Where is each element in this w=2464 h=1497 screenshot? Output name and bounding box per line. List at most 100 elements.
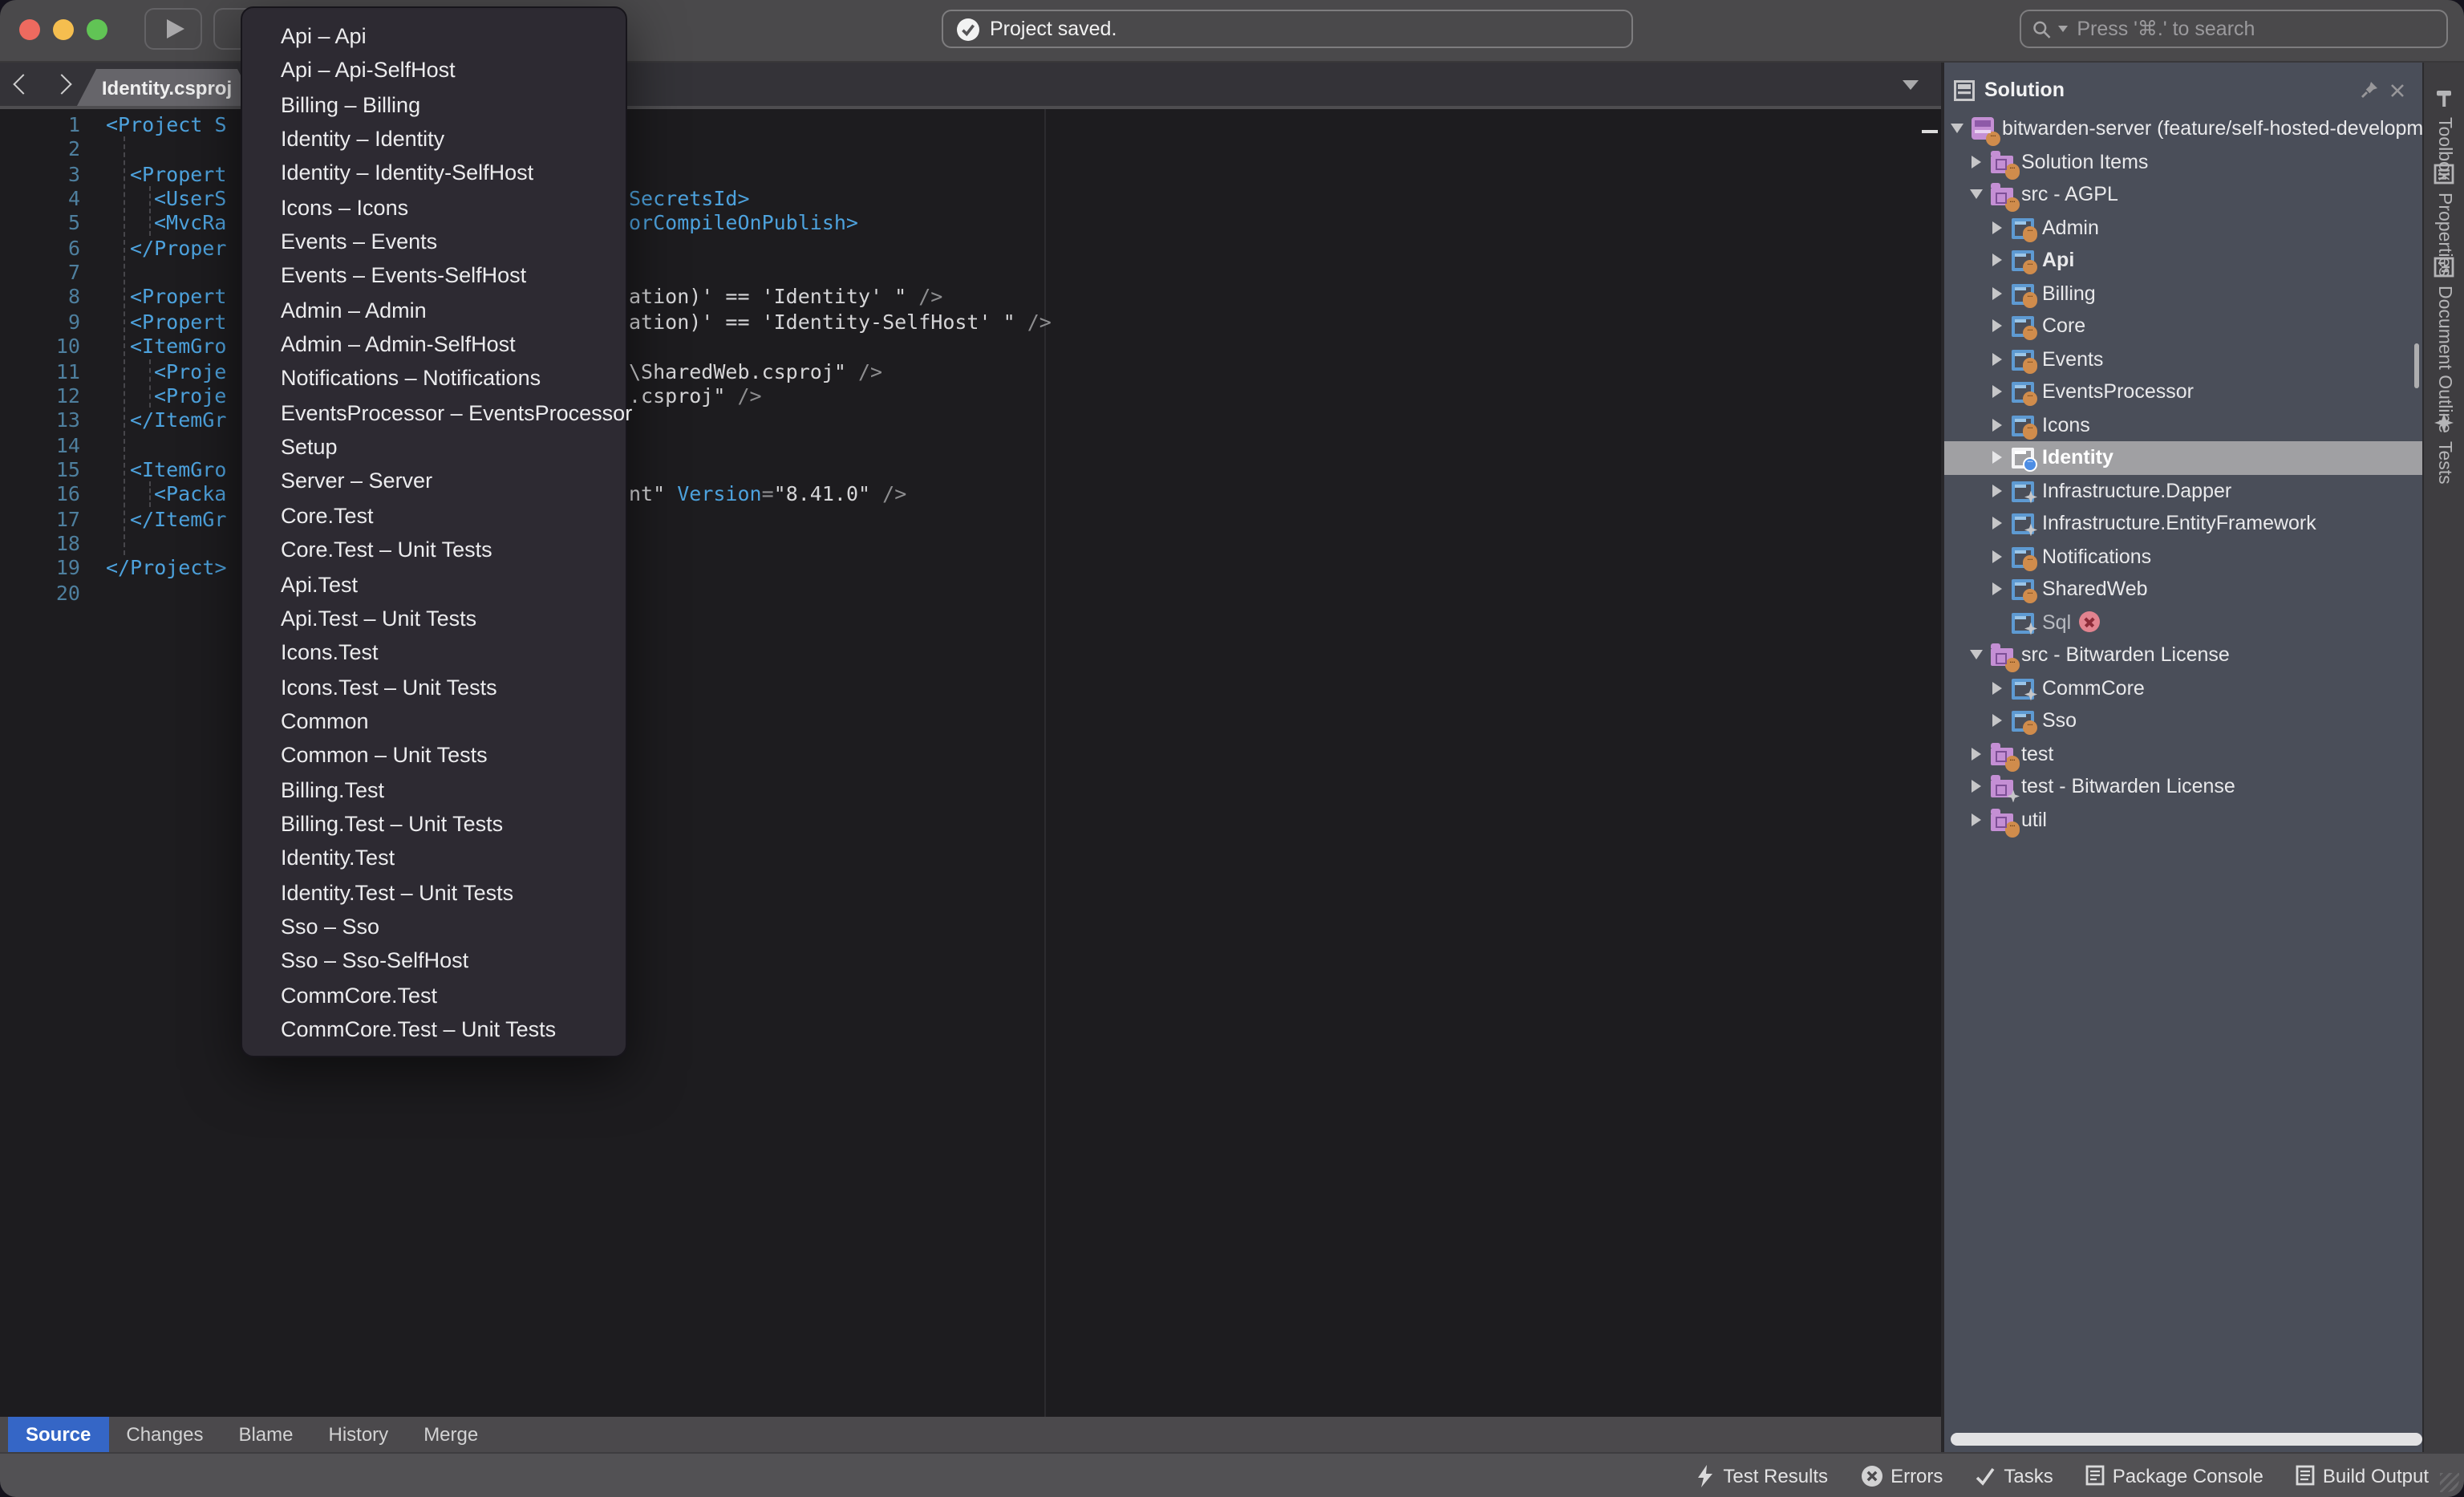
tree-item-test-bitwarden-license[interactable]: test - Bitwarden License xyxy=(1944,770,2422,803)
global-search[interactable] xyxy=(2020,10,2448,48)
run-config-menu-item-notifications-notifications[interactable]: Notifications – Notifications xyxy=(242,362,626,396)
navigate-forward-icon[interactable] xyxy=(51,74,71,94)
view-tab-merge[interactable]: Merge xyxy=(406,1417,496,1452)
disclosure-collapsed-icon[interactable] xyxy=(1991,715,2004,728)
traffic-light-zoom-button[interactable] xyxy=(87,19,107,40)
run-config-menu-item-admin-admin[interactable]: Admin – Admin xyxy=(242,294,626,328)
disclosure-collapsed-icon[interactable] xyxy=(1970,156,1983,168)
statusbar-pad-build-output[interactable]: Build Output xyxy=(2296,1464,2429,1487)
panel-vertical-scrollbar[interactable] xyxy=(2413,343,2419,388)
run-config-menu-item-api-test[interactable]: Api.Test xyxy=(242,567,626,602)
traffic-light-close-button[interactable] xyxy=(19,19,40,40)
disclosure-collapsed-icon[interactable] xyxy=(1970,813,1983,826)
tree-item-infrastructure-entityframework[interactable]: Infrastructure.EntityFramework xyxy=(1944,507,2422,540)
tree-item-api[interactable]: Api xyxy=(1944,244,2422,277)
run-config-menu-item-common[interactable]: Common xyxy=(242,704,626,739)
tree-item-eventsprocessor[interactable]: EventsProcessor xyxy=(1944,375,2422,408)
run-config-menu-item-billing-test-unit-tests[interactable]: Billing.Test – Unit Tests xyxy=(242,807,626,842)
run-config-menu-item-api-test-unit-tests[interactable]: Api.Test – Unit Tests xyxy=(242,602,626,636)
run-config-menu-item-icons-icons[interactable]: Icons – Icons xyxy=(242,190,626,225)
run-config-menu-item-icons-test[interactable]: Icons.Test xyxy=(242,635,626,670)
disclosure-expanded-icon[interactable] xyxy=(1970,189,1983,201)
disclosure-collapsed-icon[interactable] xyxy=(1991,682,2004,695)
tree-item-icons[interactable]: Icons xyxy=(1944,408,2422,441)
tree-item-core[interactable]: Core xyxy=(1944,310,2422,343)
search-input[interactable] xyxy=(2073,16,2435,42)
tree-item-test[interactable]: test xyxy=(1944,737,2422,770)
run-config-menu-item-core-test[interactable]: Core.Test xyxy=(242,499,626,533)
run-config-menu-item-commcore-test[interactable]: CommCore.Test xyxy=(242,978,626,1012)
disclosure-collapsed-icon[interactable] xyxy=(1991,550,2004,563)
run-config-menu-item-server-server[interactable]: Server – Server xyxy=(242,465,626,499)
view-tab-blame[interactable]: Blame xyxy=(221,1417,310,1452)
dock-tab-document-outline[interactable]: Document Outline xyxy=(2424,257,2464,433)
tree-item-events[interactable]: Events xyxy=(1944,343,2422,375)
disclosure-collapsed-icon[interactable] xyxy=(1991,386,2004,399)
run-config-menu-item-sso-sso-selfhost[interactable]: Sso – Sso-SelfHost xyxy=(242,944,626,979)
disclosure-collapsed-icon[interactable] xyxy=(1991,320,2004,333)
traffic-light-minimize-button[interactable] xyxy=(53,19,74,40)
run-config-menu-item-admin-admin-selfhost[interactable]: Admin – Admin-SelfHost xyxy=(242,327,626,362)
tree-item-billing[interactable]: Billing xyxy=(1944,277,2422,310)
tree-item-src-agpl[interactable]: src - AGPL xyxy=(1944,178,2422,211)
run-config-menu-item-core-test-unit-tests[interactable]: Core.Test – Unit Tests xyxy=(242,533,626,567)
statusbar-pad-test-results[interactable]: Test Results xyxy=(1696,1464,1828,1487)
close-icon[interactable] xyxy=(2389,81,2406,99)
disclosure-collapsed-icon[interactable] xyxy=(1991,254,2004,267)
disclosure-collapsed-icon[interactable] xyxy=(1991,353,2004,366)
tree-item-notifications[interactable]: Notifications xyxy=(1944,540,2422,573)
run-config-menu-item-common-unit-tests[interactable]: Common – Unit Tests xyxy=(242,738,626,773)
disclosure-collapsed-icon[interactable] xyxy=(1970,781,1983,793)
tree-item-identity[interactable]: Identity xyxy=(1944,441,2422,474)
run-config-menu-item-identity-test[interactable]: Identity.Test xyxy=(242,842,626,876)
run-config-menu-item-api-api-selfhost[interactable]: Api – Api-SelfHost xyxy=(242,54,626,88)
run-config-menu-item-setup[interactable]: Setup xyxy=(242,430,626,465)
disclosure-collapsed-icon[interactable] xyxy=(1991,452,2004,465)
search-scope-chevron-icon[interactable] xyxy=(2057,26,2067,32)
run-config-menu-item-api-api[interactable]: Api – Api xyxy=(242,19,626,54)
run-config-menu-item-identity-test-unit-tests[interactable]: Identity.Test – Unit Tests xyxy=(242,875,626,910)
disclosure-collapsed-icon[interactable] xyxy=(1991,517,2004,530)
run-config-menu-item-identity-identity[interactable]: Identity – Identity xyxy=(242,122,626,156)
view-tab-source[interactable]: Source xyxy=(8,1417,108,1452)
disclosure-expanded-icon[interactable] xyxy=(1951,123,1964,136)
view-tab-history[interactable]: History xyxy=(311,1417,407,1452)
tree-item-sql[interactable]: Sql xyxy=(1944,606,2422,639)
statusbar-pad-errors[interactable]: Errors xyxy=(1860,1464,1943,1487)
disclosure-collapsed-icon[interactable] xyxy=(1991,583,2004,596)
tree-item-admin[interactable]: Admin xyxy=(1944,211,2422,244)
tree-item-src-bitwarden-license[interactable]: src - Bitwarden License xyxy=(1944,639,2422,671)
tree-item-solution-items[interactable]: Solution Items xyxy=(1944,145,2422,178)
statusbar-pad-package-console[interactable]: Package Console xyxy=(2085,1464,2263,1487)
tree-item-sharedweb[interactable]: SharedWeb xyxy=(1944,573,2422,606)
tree-item-commcore[interactable]: CommCore xyxy=(1944,671,2422,704)
tree-item-infrastructure-dapper[interactable]: Infrastructure.Dapper xyxy=(1944,474,2422,507)
run-config-menu-item-billing-test[interactable]: Billing.Test xyxy=(242,773,626,807)
run-config-menu-item-sso-sso[interactable]: Sso – Sso xyxy=(242,910,626,944)
disclosure-collapsed-icon[interactable] xyxy=(1970,748,1983,761)
run-config-menu-item-billing-billing[interactable]: Billing – Billing xyxy=(242,87,626,122)
navigate-back-icon[interactable] xyxy=(13,74,33,94)
run-button[interactable] xyxy=(144,8,202,50)
disclosure-collapsed-icon[interactable] xyxy=(1991,419,2004,432)
disclosure-collapsed-icon[interactable] xyxy=(1991,485,2004,497)
dock-tab-tests[interactable]: Tests xyxy=(2424,412,2464,485)
run-config-menu-item-commcore-test-unit-tests[interactable]: CommCore.Test – Unit Tests xyxy=(242,1012,626,1047)
run-config-menu-item-icons-test-unit-tests[interactable]: Icons.Test – Unit Tests xyxy=(242,670,626,704)
run-config-menu-item-events-events[interactable]: Events – Events xyxy=(242,225,626,259)
run-config-menu-item-identity-identity-selfhost[interactable]: Identity – Identity-SelfHost xyxy=(242,156,626,191)
tree-item-util[interactable]: util xyxy=(1944,803,2422,836)
statusbar-pad-tasks[interactable]: Tasks xyxy=(1975,1464,2053,1487)
view-tab-changes[interactable]: Changes xyxy=(108,1417,221,1452)
disclosure-collapsed-icon[interactable] xyxy=(1991,287,2004,300)
disclosure-expanded-icon[interactable] xyxy=(1970,649,1983,662)
disclosure-collapsed-icon[interactable] xyxy=(1991,221,2004,234)
tab-overflow-chevron-icon[interactable] xyxy=(1903,80,1919,90)
panel-horizontal-scrollbar[interactable] xyxy=(1951,1433,2422,1446)
run-config-menu-item-events-events-selfhost[interactable]: Events – Events-SelfHost xyxy=(242,259,626,294)
pin-icon[interactable] xyxy=(2360,80,2379,99)
run-config-menu-item-eventsprocessor-eventsprocessor[interactable]: EventsProcessor – EventsProcessor xyxy=(242,396,626,431)
tree-item-bitwarden-server-feature-self-hosted-development[interactable]: bitwarden-server (feature/self-hosted-de… xyxy=(1944,112,2422,145)
tab-identity-csproj[interactable]: Identity.csproj xyxy=(77,69,257,106)
tree-item-sso[interactable]: Sso xyxy=(1944,704,2422,737)
